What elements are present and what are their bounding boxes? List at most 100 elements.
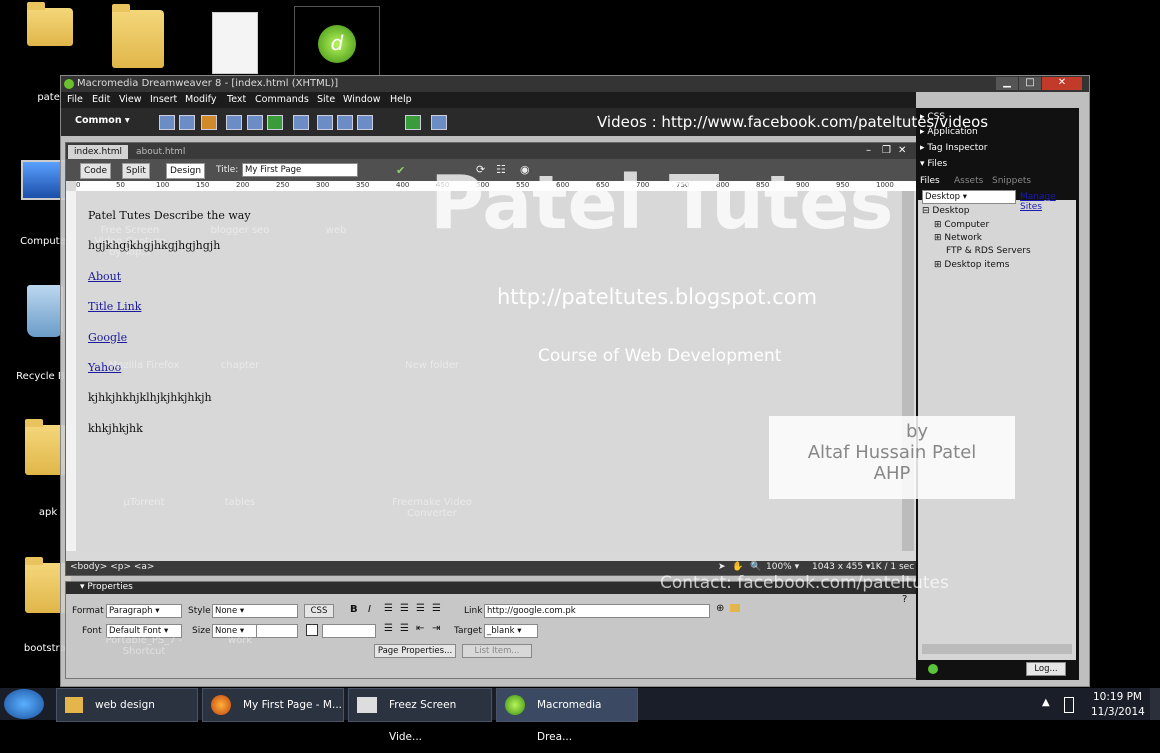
start-button[interactable] xyxy=(4,689,44,719)
design-link[interactable]: About xyxy=(88,270,121,283)
comment-icon[interactable] xyxy=(337,115,353,130)
images-icon[interactable] xyxy=(267,115,283,130)
hand-tool-icon[interactable]: ✋ xyxy=(732,562,743,572)
page-properties-button[interactable]: Page Properties... xyxy=(374,644,456,658)
files-tab[interactable]: Files xyxy=(920,176,940,186)
menu-window[interactable]: Window xyxy=(343,94,380,105)
named-anchor-icon[interactable] xyxy=(201,115,217,130)
dreamweaver-icon[interactable]: d xyxy=(294,6,380,78)
css-button[interactable]: CSS xyxy=(304,604,334,618)
italic-button[interactable]: I xyxy=(368,604,371,615)
show-desktop-button[interactable] xyxy=(1150,688,1160,720)
doc-restore-button[interactable]: ❐ xyxy=(882,145,891,156)
unordered-list-icon[interactable]: ☰ xyxy=(384,623,393,634)
format-label: Format xyxy=(72,606,104,616)
user-folder-icon xyxy=(27,2,73,46)
menu-view[interactable]: View xyxy=(119,94,142,105)
layer-icon[interactable] xyxy=(247,115,263,130)
close-button[interactable]: ✕ xyxy=(1042,77,1082,90)
validate-icon[interactable]: ✔ xyxy=(396,164,405,177)
help-icon[interactable]: ? xyxy=(902,594,907,605)
zoom-select[interactable]: 100% ▾ xyxy=(766,562,799,572)
desktop-icon-faded: chapter xyxy=(220,360,260,371)
select-tool-icon[interactable]: ➤ xyxy=(718,562,726,572)
desktop-folder-icon[interactable] xyxy=(112,4,164,68)
desktop-icon-faded: Free Screen Video Capture by Top... xyxy=(94,225,166,258)
tree-desktop[interactable]: ⊟ Desktop xyxy=(922,206,970,216)
panel-tag-inspector[interactable]: ▸ Tag Inspector xyxy=(920,143,987,153)
desktop-icon-faded: work xyxy=(227,635,253,646)
head-icon[interactable] xyxy=(431,115,447,130)
app-logo-icon xyxy=(64,79,74,89)
justify-icon[interactable]: ☰ xyxy=(432,603,441,614)
insert-category-select[interactable]: Common ▾ xyxy=(75,115,130,126)
panel-files[interactable]: ▾ Files xyxy=(920,159,947,169)
clock-time[interactable]: 10:19 PM xyxy=(1093,691,1142,703)
email-link-icon[interactable] xyxy=(179,115,195,130)
log-button[interactable]: Log... xyxy=(1026,662,1066,676)
clock-date[interactable]: 11/3/2014 xyxy=(1091,706,1145,718)
battery-icon[interactable] xyxy=(1064,697,1074,713)
bold-button[interactable]: B xyxy=(350,604,358,615)
maximize-button[interactable]: □ xyxy=(1019,77,1041,90)
minimize-button[interactable]: ▁ xyxy=(996,77,1018,90)
taskbar-item-dreamweaver[interactable]: Macromedia Drea... xyxy=(496,688,638,743)
media-icon[interactable] xyxy=(293,115,309,130)
point-to-file-icon[interactable]: ⊕ xyxy=(716,603,724,614)
desktop-icon-faded: blogger seo xyxy=(210,225,270,236)
window-size-select[interactable]: 1043 x 455 ▾ xyxy=(812,562,871,572)
templates-icon[interactable] xyxy=(357,115,373,130)
assets-tab[interactable]: Assets xyxy=(954,176,983,186)
text-color-input[interactable] xyxy=(322,624,376,638)
tree-desktop-items[interactable]: ⊞ Desktop items xyxy=(934,260,1009,270)
tree-network[interactable]: ⊞ Network xyxy=(934,233,982,243)
indent-icon[interactable]: ⇥ xyxy=(432,623,440,634)
menu-edit[interactable]: Edit xyxy=(92,94,110,105)
menu-site[interactable]: Site xyxy=(317,94,335,105)
ruler-tick: 400 xyxy=(396,181,410,189)
tree-computer[interactable]: ⊞ Computer xyxy=(934,220,989,230)
manage-sites-link[interactable]: Manage Sites xyxy=(1020,192,1076,212)
align-right-icon[interactable]: ☰ xyxy=(416,603,425,614)
taskbar-item-web-design[interactable]: web design xyxy=(56,688,198,722)
doc-close-button[interactable]: ✕ xyxy=(898,145,906,156)
target-select[interactable]: _blank ▾ xyxy=(484,624,538,638)
menu-file[interactable]: File xyxy=(67,94,83,105)
files-hscroll[interactable] xyxy=(922,644,1072,654)
outdent-icon[interactable]: ⇤ xyxy=(416,623,424,634)
hyperlink-icon[interactable] xyxy=(159,115,175,130)
snippets-tab[interactable]: Snippets xyxy=(992,176,1031,186)
properties-panel: ▾ Properties Format Paragraph ▾ Style No… xyxy=(65,581,917,679)
tree-ftp-rds[interactable]: FTP & RDS Servers xyxy=(946,246,1031,256)
align-center-icon[interactable]: ☰ xyxy=(400,603,409,614)
doc-minimize-button[interactable]: – xyxy=(866,145,871,156)
taskbar-item-screen-capture[interactable]: Freez Screen Vide... xyxy=(348,688,492,743)
ordered-list-icon[interactable]: ☰ xyxy=(400,623,409,634)
tag-chooser-icon[interactable] xyxy=(405,115,421,130)
date-icon[interactable] xyxy=(317,115,333,130)
site-select[interactable]: Desktop ▾ xyxy=(922,190,1016,204)
firefox-icon xyxy=(211,695,231,715)
menu-help[interactable]: Help xyxy=(390,94,412,105)
download-time: 1K / 1 sec xyxy=(870,562,915,572)
desktop-icon-faded: Freemake Video Converter xyxy=(392,497,472,519)
browse-folder-icon[interactable] xyxy=(730,604,740,612)
menu-commands[interactable]: Commands xyxy=(255,94,309,105)
font-label: Font xyxy=(82,626,102,636)
link-input[interactable]: http://google.com.pk xyxy=(484,604,710,618)
taskbar-item-firefox[interactable]: My First Page - M... xyxy=(202,688,344,722)
author-name: Altaf Hussain Patel xyxy=(807,442,977,463)
contact-overlay: Contact: facebook.com/pateltutes xyxy=(660,573,949,593)
zoom-tool-icon[interactable]: 🔍 xyxy=(750,562,761,572)
show-hidden-icons[interactable]: ▲ xyxy=(1042,697,1050,708)
desktop-icon-faded: Portable_PS_7 - Shortcut xyxy=(105,635,183,657)
list-item-button[interactable]: List Item... xyxy=(462,644,532,658)
align-left-icon[interactable]: ☰ xyxy=(384,603,393,614)
author-initials: AHP xyxy=(873,463,911,484)
text-color-swatch[interactable] xyxy=(306,624,318,636)
menu-modify[interactable]: Modify xyxy=(185,94,216,105)
desktop-file-icon[interactable] xyxy=(212,12,258,74)
table-icon[interactable] xyxy=(226,115,242,130)
menu-insert[interactable]: Insert xyxy=(150,94,177,105)
menu-text[interactable]: Text xyxy=(227,94,246,105)
